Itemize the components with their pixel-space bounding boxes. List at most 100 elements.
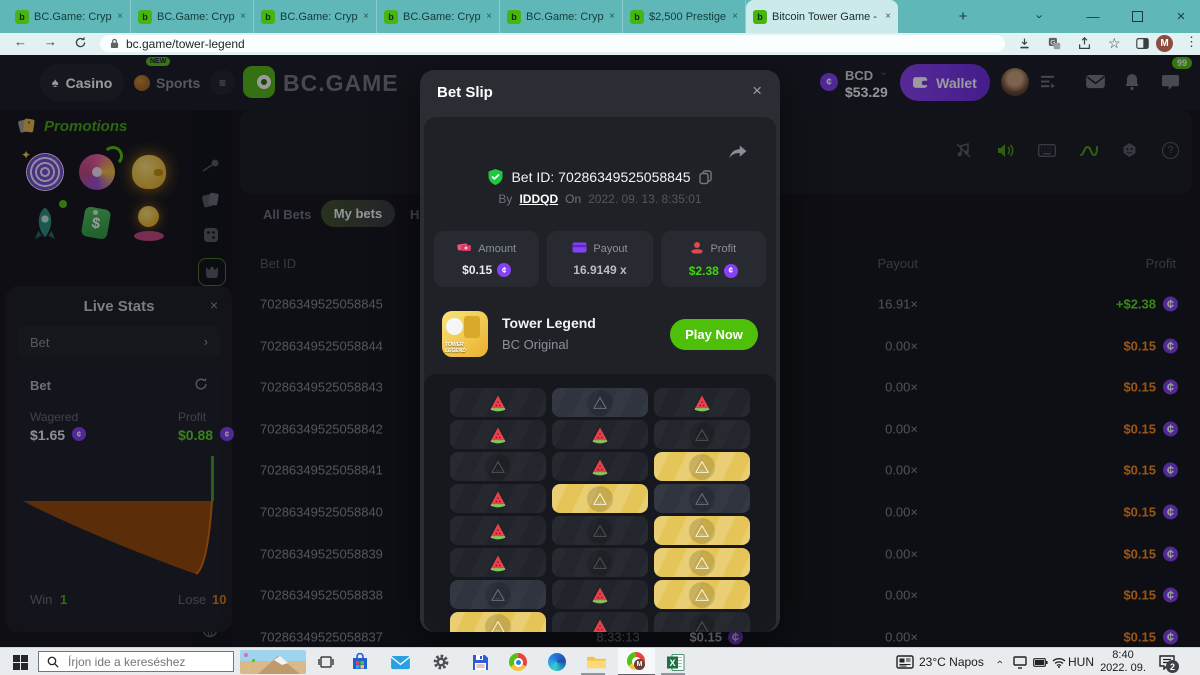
bookmark-star-icon[interactable]: ☆ [1108,35,1121,52]
stat-label: Amount [478,243,516,255]
watermelon-icon [488,553,508,573]
tab-title: BC.Game: Crypto Casi [403,11,481,23]
taskbar-search-box[interactable] [38,651,234,672]
triangle-outline-icon [693,554,711,572]
tile-watermelon [450,484,546,513]
tile-gold [552,484,648,513]
stat-value: $0.15 [462,263,492,277]
browser-tab-bar: BC.Game: Crypto Casi×BC.Game: Crypto Cas… [0,0,1200,33]
settings-gear-icon[interactable] [429,650,453,674]
active-app-highlight[interactable]: M [618,648,655,675]
tile-watermelon [552,452,648,481]
game-provider: BC Original [502,337,568,352]
browser-tab[interactable]: BC.Game: Crypto Casi× [131,0,254,33]
triangle-outline-icon [591,490,609,508]
file-explorer-icon[interactable] [584,650,608,674]
share-bet-icon[interactable] [727,143,748,165]
tab-close-icon[interactable]: × [117,11,123,22]
address-bar[interactable]: bc.game/tower-legend [100,35,1005,52]
close-window-button[interactable]: × [1166,0,1196,33]
share-icon[interactable] [1078,37,1091,53]
tab-close-icon[interactable]: × [885,11,891,22]
screen: BC.Game: Crypto Casi×BC.Game: Crypto Cas… [0,0,1200,675]
tab-search-chevron-icon[interactable]: › [1025,0,1055,33]
reload-icon[interactable] [74,36,87,52]
notification-count-badge: 2 [1166,660,1179,673]
tile-watermelon [450,388,546,417]
weather-highlight-widget[interactable] [240,650,306,674]
stat-label: Profit [710,243,736,255]
bet-id-row: Bet ID: 70286349525058845 [424,169,776,185]
tab-close-icon[interactable]: × [240,11,246,22]
chrome-profile-icon[interactable]: M [624,649,648,673]
triangle-outline-icon [693,522,711,540]
minimize-button[interactable]: — [1078,0,1108,33]
new-tab-button[interactable]: + [948,0,978,33]
bet-datetime: 2022. 09. 13. 8:35:01 [588,192,701,206]
bcgame-favicon [630,10,644,24]
clock-time[interactable]: 8:40 [1100,649,1146,661]
language-indicator[interactable]: HUN [1068,655,1094,669]
news-weather-icon[interactable] [893,650,917,674]
translate-icon[interactable]: G [1048,37,1061,53]
copy-icon[interactable] [699,170,712,185]
modal-close-icon[interactable]: × [752,81,762,101]
weather-text[interactable]: 23°C Napos [919,655,984,669]
search-input[interactable] [66,654,230,670]
browser-tab[interactable]: BC.Game: Crypto Casi× [500,0,623,33]
chrome-icon[interactable] [506,650,530,674]
bcgame-favicon [507,10,521,24]
bcgame-page: ♠ Casino Sports NEW ≡ BC.GAME ¢ BCD › $5… [0,55,1200,647]
bcgame-favicon [384,10,398,24]
triangle-outline-icon [693,426,711,444]
game-title[interactable]: Tower Legend [502,315,596,331]
stat-card-amount: Amount$0.15¢ [434,231,539,287]
browser-tab[interactable]: $2,500 Prestige Tower× [623,0,746,33]
menu-dots-icon[interactable]: ⋮ [1185,34,1198,50]
play-now-button[interactable]: Play Now [670,319,758,350]
task-view-icon[interactable] [314,650,338,674]
search-icon [47,656,59,668]
watermelon-icon [590,457,610,477]
forward-icon[interactable]: → [44,34,57,49]
tab-close-icon[interactable]: × [363,11,369,22]
triangle-outline-icon [591,554,609,572]
start-button[interactable] [8,650,32,674]
tab-close-icon[interactable]: × [486,11,492,22]
tile-watermelon [450,420,546,449]
browser-tab[interactable]: BC.Game: Crypto Casi× [254,0,377,33]
modal-title: Bet Slip [437,84,493,101]
side-panel-icon[interactable] [1136,37,1149,53]
browser-tab[interactable]: BC.Game: Crypto Casi × [377,0,500,33]
tile-gold [450,612,546,632]
edge-icon[interactable] [545,650,569,674]
tile-watermelon [450,548,546,577]
watermelon-icon [488,489,508,509]
tower-result-grid [424,374,776,632]
tile-gold [654,580,750,609]
microsoft-store-icon[interactable] [348,650,372,674]
back-icon[interactable]: ← [14,34,27,49]
profile-avatar[interactable]: M [1156,35,1173,52]
excel-icon[interactable]: X [664,650,688,674]
triangle-outline-icon [489,618,507,633]
username-link[interactable]: IDDQD [519,192,558,206]
mail-app-icon[interactable] [388,650,412,674]
tab-close-icon[interactable]: × [732,11,738,22]
browser-tab[interactable]: Bitcoin Tower Game -× [746,0,898,33]
browser-tab[interactable]: BC.Game: Crypto Casi× [8,0,131,33]
bcgame-favicon [15,10,29,24]
stat-value: 16.9149 x [573,263,626,277]
tile-empty [654,484,750,513]
save-floppy-icon[interactable] [468,650,492,674]
tab-close-icon[interactable]: × [609,11,615,22]
bet-slip-modal: Bet Slip × Bet ID: 70286349525058845 By … [420,70,780,632]
download-icon[interactable] [1018,37,1031,53]
tower-legend-thumbnail[interactable]: TOWER LEGEND [442,311,488,357]
clock-date[interactable]: 2022. 09. 13. [1094,662,1152,675]
maximize-button[interactable] [1122,0,1152,33]
stat-value: $2.38 [689,264,719,278]
triangle-outline-icon [591,522,609,540]
card-icon [572,242,587,256]
bcgame-favicon [753,10,767,24]
